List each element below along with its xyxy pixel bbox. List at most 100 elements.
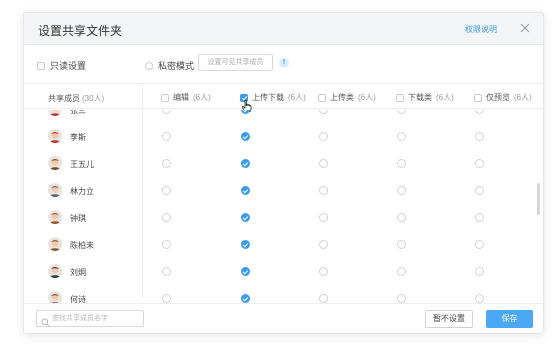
member-row: 王五儿 [24,150,543,177]
permission-radio[interactable] [397,110,406,114]
member-list: 张三李斯 王五儿林力立钟琪陈柏未刘炯何诗 [24,110,543,303]
permission-header-label: 下载类 [408,93,432,102]
permission-radio[interactable] [319,294,328,303]
permission-radio[interactable] [319,267,328,276]
permission-header-count: (6人) [514,93,532,102]
permission-header-checkbox[interactable] [396,93,404,102]
permission-radio[interactable] [241,294,250,303]
member-row: 刘炯 [24,258,543,285]
member-row: 李斯 [24,123,543,150]
member-row: 何诗 [24,285,543,303]
permission-radio[interactable] [162,186,171,195]
permission-radio[interactable] [475,240,484,249]
member-name: 何诗 [70,295,86,303]
member-name: 钟琪 [70,214,86,223]
member-search-box[interactable] [36,310,144,327]
not-now-button[interactable]: 暂不设置 [425,310,473,328]
permission-header-0[interactable]: 编辑 (6人) [161,92,211,103]
permission-header-count: (6人) [358,93,376,102]
permission-radio[interactable] [475,213,484,222]
member-row: 林力立 [24,177,543,204]
avatar [48,210,62,224]
permission-radio[interactable] [241,110,250,114]
permission-radio[interactable] [241,267,250,276]
permission-radio[interactable] [319,159,328,168]
permission-header-2[interactable]: 上传类 (6人) [318,92,376,103]
member-name: 林力立 [70,187,94,196]
permission-radio[interactable] [397,267,406,276]
permission-radio[interactable] [241,240,250,249]
permission-radio[interactable] [397,294,406,303]
permission-radio[interactable] [475,267,484,276]
permission-radio[interactable] [397,132,406,141]
permission-radio[interactable] [397,240,406,249]
permission-header-checkbox[interactable] [161,93,169,102]
permission-header-count: (6人) [436,93,454,102]
permission-radio[interactable] [162,132,171,141]
readonly-checkbox[interactable]: 只读设置 [37,59,86,72]
members-column-header: 共享成员 (30人) [48,93,104,104]
permission-radio[interactable] [475,186,484,195]
permission-radio[interactable] [397,159,406,168]
permission-radio[interactable] [241,213,250,222]
permission-radio[interactable] [162,159,171,168]
permission-radio[interactable] [162,213,171,222]
permission-header-label: 上传下载 [252,93,284,102]
permission-radio[interactable] [162,267,171,276]
permission-header-4[interactable]: 仅预览 (6人) [474,92,532,103]
private-mode-radio[interactable]: 私密模式 [145,59,194,72]
avatar [48,264,62,278]
options-bar: 只读设置 私密模式 设置可见共享成员 ! [24,46,543,84]
permission-header-checkbox[interactable] [318,93,326,102]
info-icon[interactable]: ! [279,58,289,68]
permission-radio[interactable] [397,186,406,195]
permission-radio[interactable] [475,159,484,168]
avatar [48,129,62,143]
avatar [48,237,62,251]
member-name: 刘炯 [70,268,86,277]
permission-help-link[interactable]: 权限说明 [465,24,497,35]
save-button[interactable]: 保存 [486,310,533,328]
permission-radio[interactable] [397,213,406,222]
permission-radio[interactable] [319,186,328,195]
permission-header-checkbox[interactable] [474,93,482,102]
dialog-title: 设置共享文件夹 [38,24,123,38]
avatar [48,156,62,170]
avatar [48,110,62,116]
permission-radio[interactable] [241,159,250,168]
permission-header-label: 编辑 [173,93,189,102]
permission-radio[interactable] [319,240,328,249]
permission-radio[interactable] [475,294,484,303]
member-row: 钟琪 [24,204,543,231]
scrollbar-thumb[interactable] [537,183,540,215]
permission-radio[interactable] [162,294,171,303]
share-folder-dialog: 设置共享文件夹 权限说明 只读设置 私密模式 设置可见共享成员 ! 共享成员 (3… [23,12,544,334]
member-row: 陈柏未 [24,231,543,258]
radio-circle[interactable] [145,61,153,70]
avatar [48,291,62,303]
permission-radio[interactable] [241,186,250,195]
member-search-input[interactable] [52,311,142,326]
members-count: (30人) [82,94,105,103]
close-icon[interactable] [518,21,532,35]
permission-header-3[interactable]: 下载类 (6人) [396,92,454,103]
permission-radio[interactable] [162,110,171,114]
private-mode-label: 私密模式 [158,61,195,71]
checkbox-box[interactable] [37,61,45,70]
member-name: 张三 [70,110,86,115]
permission-radio[interactable] [319,132,328,141]
permission-radio[interactable] [475,110,484,114]
permission-radio[interactable] [241,132,250,141]
set-visible-members-button[interactable]: 设置可见共享成员 [198,54,273,71]
permission-header-count: (6人) [193,93,211,102]
members-label: 共享成员 [48,94,80,103]
permission-header-label: 上传类 [330,93,354,102]
search-icon [41,314,50,327]
member-name: 陈柏未 [70,241,94,250]
dialog-footer: 暂不设置 保存 [24,303,543,333]
avatar [48,183,62,197]
permission-radio[interactable] [475,132,484,141]
permission-radio[interactable] [162,240,171,249]
permission-radio[interactable] [319,110,328,114]
permission-radio[interactable] [319,213,328,222]
